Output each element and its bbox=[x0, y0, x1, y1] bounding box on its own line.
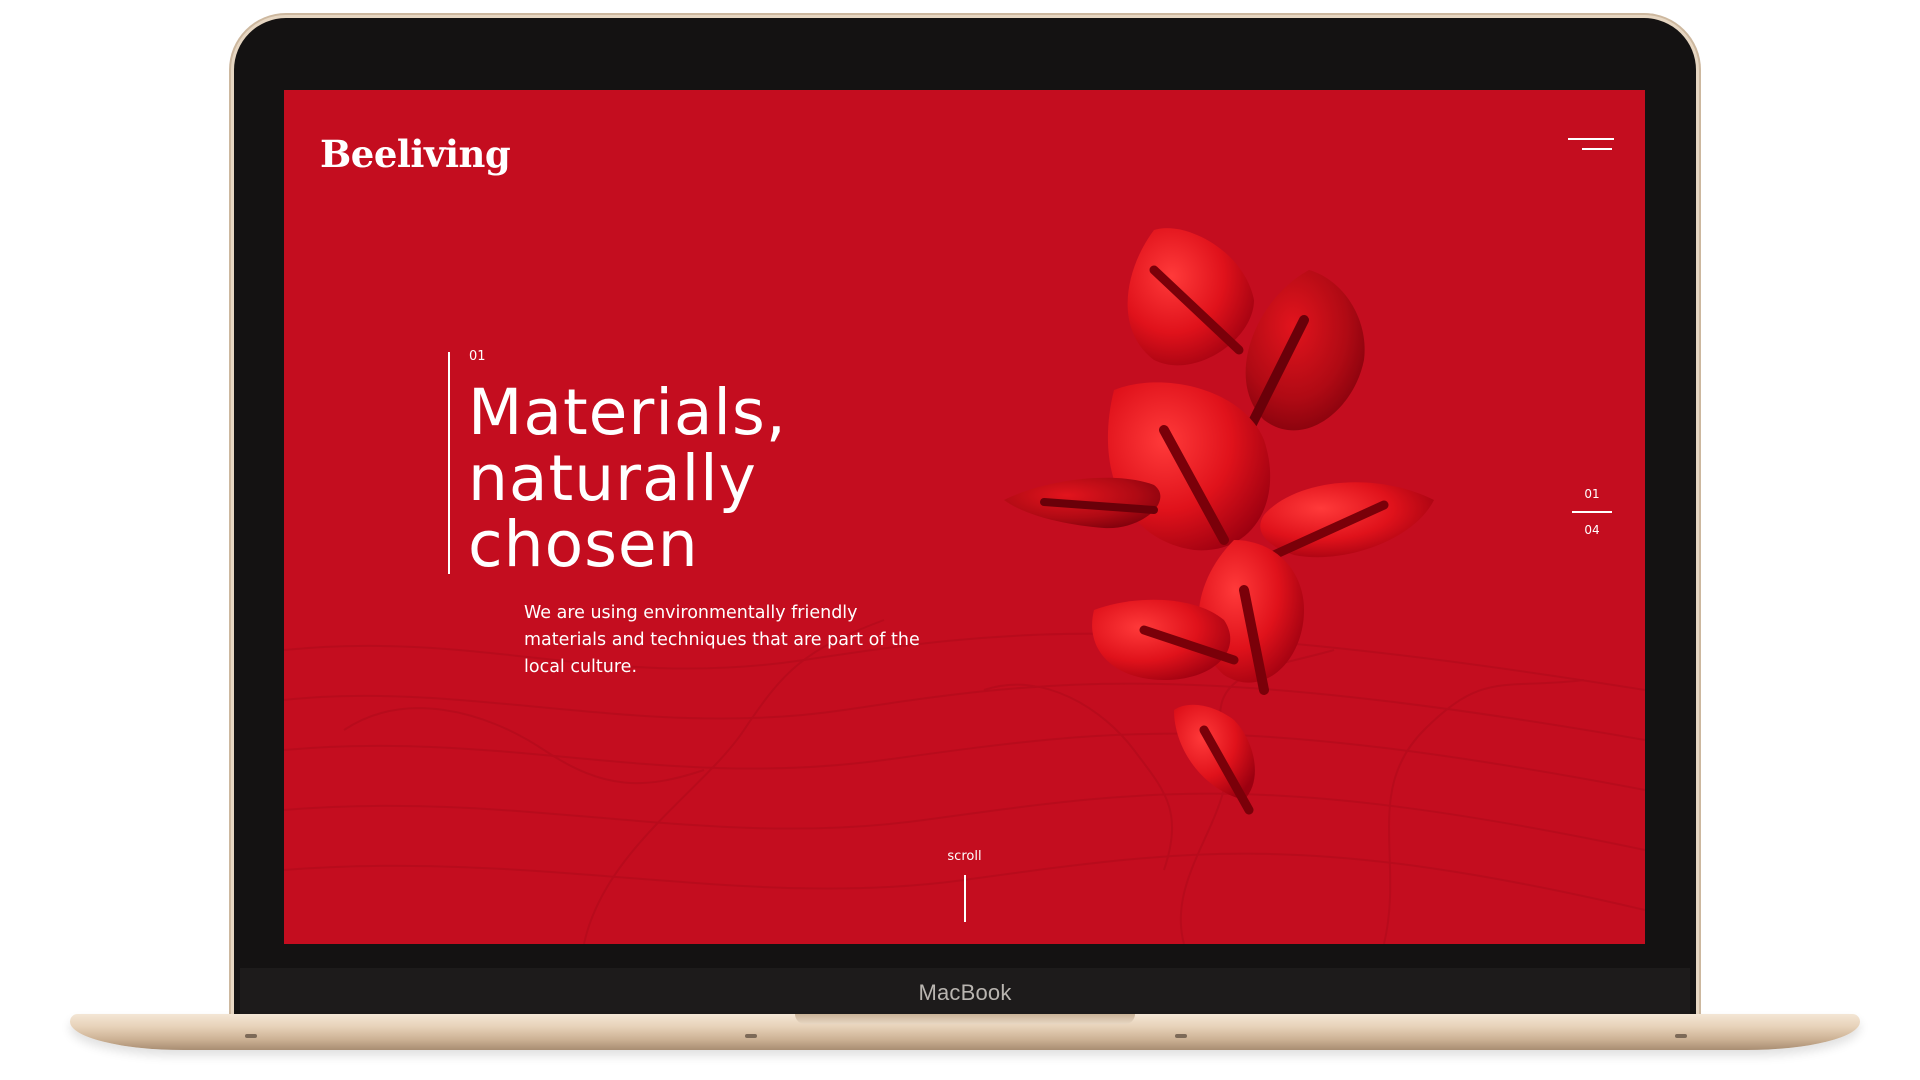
leaf bbox=[1127, 228, 1254, 366]
scroll-indicator-line bbox=[964, 875, 966, 922]
leaf bbox=[1260, 482, 1434, 560]
site-logo[interactable]: Beeliving bbox=[320, 132, 511, 176]
leaf bbox=[1107, 382, 1271, 551]
leaf bbox=[1004, 477, 1161, 529]
headline-line: Materials, bbox=[468, 376, 787, 449]
hero-description: We are using environmentally friendly ma… bbox=[524, 603, 920, 677]
slide-number: 01 bbox=[469, 349, 486, 364]
laptop-foot bbox=[1175, 1034, 1187, 1038]
laptop-foot bbox=[1675, 1034, 1687, 1038]
headline-line: naturally bbox=[468, 442, 757, 515]
headline-accent-line bbox=[448, 352, 450, 574]
headline-line: chosen bbox=[468, 508, 699, 581]
menu-line bbox=[1582, 148, 1612, 150]
website-screen: Beeliving 01 Materials, naturally chosen… bbox=[284, 90, 1645, 944]
laptop-hinge-notch bbox=[795, 1014, 1135, 1024]
leaves-illustration bbox=[1004, 228, 1434, 815]
laptop-mockup: MacBook Beeliving 01 Materials, naturall… bbox=[0, 0, 1920, 1080]
device-brand-label: MacBook bbox=[918, 980, 1012, 1005]
pager-current: 01 bbox=[1584, 487, 1600, 501]
laptop-foot bbox=[245, 1034, 257, 1038]
pager-divider bbox=[1572, 511, 1612, 513]
pager-total: 04 bbox=[1584, 523, 1600, 537]
scroll-label[interactable]: scroll bbox=[934, 849, 995, 864]
slide-pager[interactable]: 01 04 bbox=[1572, 487, 1612, 537]
menu-line bbox=[1568, 138, 1614, 140]
hamburger-menu-icon[interactable] bbox=[1564, 136, 1614, 156]
hero-headline: Materials, naturally chosen bbox=[468, 380, 787, 578]
laptop-foot bbox=[745, 1034, 757, 1038]
leaf bbox=[1174, 704, 1255, 815]
